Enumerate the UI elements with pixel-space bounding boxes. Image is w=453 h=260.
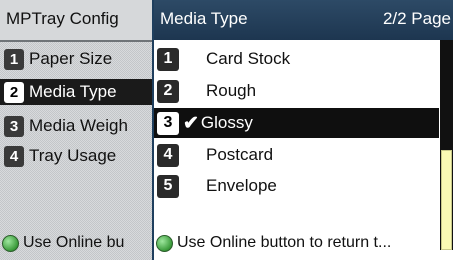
media-option-label: Postcard bbox=[206, 145, 274, 164]
online-led-icon bbox=[2, 234, 19, 252]
right-footer-text: Use Online button to return t... bbox=[177, 234, 392, 251]
left-menu-item-tray-usage[interactable]: 4 Tray Usage bbox=[4, 143, 152, 169]
media-type-panel: Media Type 2/2 Page 1 Card Stock 2 Rough… bbox=[152, 0, 453, 260]
media-option-label: Rough bbox=[206, 81, 257, 100]
media-option-glossy[interactable]: 3 ✔ Glossy bbox=[154, 108, 439, 138]
media-option-postcard[interactable]: 4 Postcard bbox=[154, 140, 439, 170]
item-number-badge: 4 bbox=[4, 145, 24, 167]
left-menu-item-label: Tray Usage bbox=[29, 146, 117, 165]
item-number-badge: 3 bbox=[157, 111, 179, 135]
media-option-card-stock[interactable]: 1 Card Stock bbox=[154, 44, 439, 74]
left-footer-hint: Use Online bu bbox=[0, 226, 152, 260]
media-option-label: Envelope bbox=[206, 176, 277, 195]
checkmark-icon: ✔ bbox=[183, 112, 199, 134]
left-menu-title: MPTray Config bbox=[6, 9, 119, 28]
left-menu-item-label: Paper Size bbox=[29, 49, 113, 68]
item-number-badge: 2 bbox=[4, 81, 24, 103]
right-footer-hint: Use Online button to return t... bbox=[154, 226, 439, 260]
left-menu-item-label: Media Type bbox=[29, 82, 117, 101]
item-number-badge: 4 bbox=[157, 143, 179, 167]
left-footer-text: Use Online bu bbox=[23, 234, 125, 251]
left-menu-item-media-weight[interactable]: 3 Media Weigh bbox=[4, 113, 152, 139]
media-option-label: Card Stock bbox=[206, 49, 291, 68]
item-number-badge: 5 bbox=[157, 174, 179, 198]
item-number-badge: 1 bbox=[4, 48, 24, 70]
left-menu-header: MPTray Config bbox=[0, 0, 152, 42]
media-option-envelope[interactable]: 5 Envelope bbox=[154, 171, 439, 201]
online-led-icon bbox=[156, 234, 173, 252]
scrollbar-thumb[interactable] bbox=[441, 150, 452, 250]
printer-panel-screen: MPTray Config 1 Paper Size 2 Media Type … bbox=[0, 0, 453, 260]
item-number-badge: 1 bbox=[157, 47, 179, 71]
left-menu-item-paper-size[interactable]: 1 Paper Size bbox=[4, 46, 152, 72]
media-option-label: Glossy bbox=[200, 113, 253, 132]
media-option-rough[interactable]: 2 Rough bbox=[154, 76, 439, 106]
left-menu-item-label: Media Weigh bbox=[29, 116, 128, 135]
media-type-header: Media Type 2/2 Page bbox=[154, 0, 453, 40]
item-number-badge: 3 bbox=[4, 115, 24, 137]
item-number-badge: 2 bbox=[157, 79, 179, 103]
scrollbar[interactable] bbox=[440, 40, 453, 250]
left-menu-panel: MPTray Config 1 Paper Size 2 Media Type … bbox=[0, 0, 152, 260]
left-menu-item-media-type[interactable]: 2 Media Type bbox=[0, 79, 152, 105]
media-type-title: Media Type bbox=[160, 9, 248, 28]
page-indicator: 2/2 Page bbox=[382, 9, 451, 28]
